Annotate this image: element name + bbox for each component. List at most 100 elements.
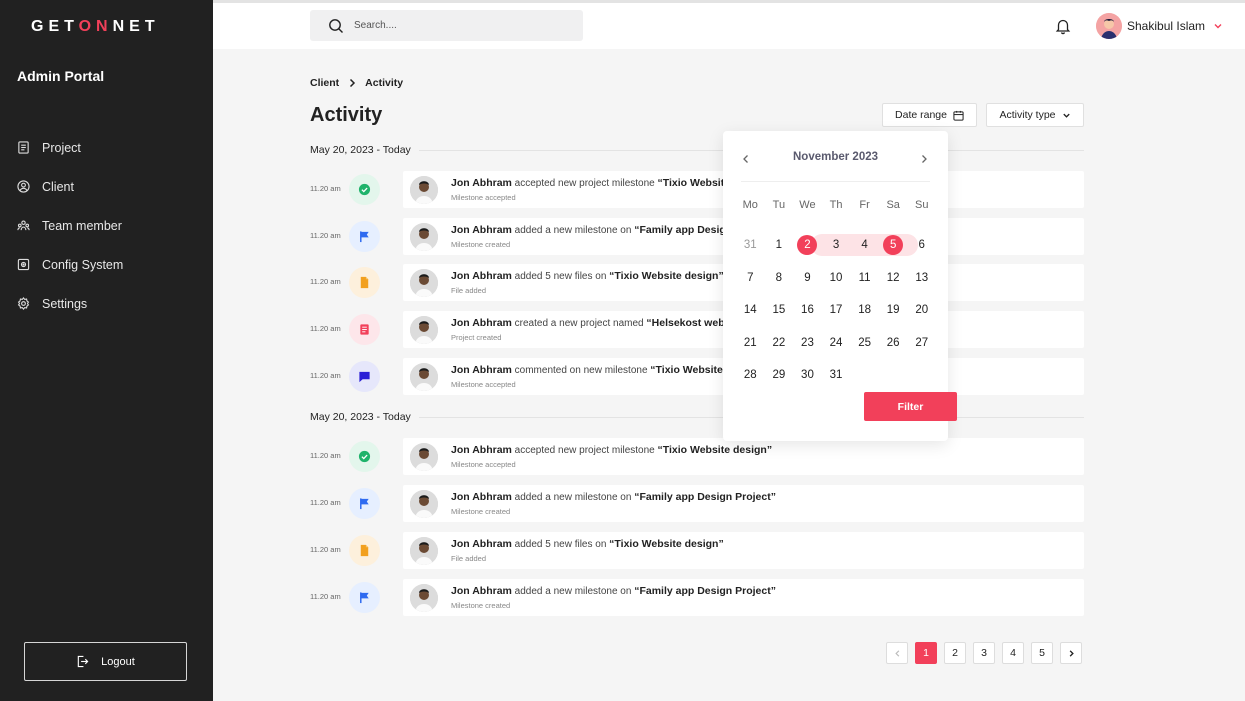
calendar-day[interactable]: 23 <box>793 332 822 354</box>
avatar <box>410 490 438 518</box>
calendar-day[interactable]: 8 <box>765 267 794 289</box>
sidebar-item-config-system[interactable]: Config System <box>0 245 213 284</box>
page-button-1[interactable]: 1 <box>915 642 937 664</box>
calendar-day[interactable]: 7 <box>736 267 765 289</box>
activity-user: Jon Abhram <box>451 538 512 550</box>
sidebar-item-label: Team member <box>42 218 122 233</box>
activity-action: added a new milestone on <box>514 586 632 597</box>
sidebar-item-project[interactable]: Project <box>0 128 213 167</box>
calendar-day[interactable]: 31 <box>822 364 851 386</box>
day-number: 2 <box>797 235 818 256</box>
calendar-day[interactable]: 11 <box>850 267 879 289</box>
logout-label: Logout <box>101 655 135 668</box>
calendar-day[interactable]: 29 <box>765 364 794 386</box>
calendar-day[interactable]: 1 <box>765 234 794 256</box>
calendar-day[interactable]: 12 <box>879 267 908 289</box>
calendar-day[interactable]: 6 <box>907 234 936 256</box>
activity-user: Jon Abhram <box>451 224 512 236</box>
calendar-day[interactable]: 20 <box>907 299 936 321</box>
calendar-day-selected-start[interactable]: 2 <box>793 234 822 256</box>
calendar-day[interactable]: 9 <box>793 267 822 289</box>
page-button-4[interactable]: 4 <box>1002 642 1024 664</box>
activity-row[interactable]: 11.20 am Jon Abhram accepted new project… <box>310 438 1084 475</box>
calendar-day[interactable]: 14 <box>736 299 765 321</box>
prev-page-button[interactable] <box>886 642 908 664</box>
calendar-day[interactable]: 16 <box>793 299 822 321</box>
calendar-day[interactable]: 3 <box>822 234 851 256</box>
page-button-3[interactable]: 3 <box>973 642 995 664</box>
sidebar-item-label: Config System <box>42 257 124 272</box>
calendar-day[interactable]: 26 <box>879 332 908 354</box>
sidebar-item-settings[interactable]: Settings <box>0 284 213 323</box>
document-icon <box>17 141 30 154</box>
calendar-day[interactable]: 28 <box>736 364 765 386</box>
calendar-day[interactable]: 22 <box>765 332 794 354</box>
flag-badge <box>349 488 380 519</box>
activity-user: Jon Abhram <box>451 177 512 189</box>
calendar-day[interactable]: 17 <box>822 299 851 321</box>
bell-icon[interactable] <box>1054 17 1072 35</box>
page-button-2[interactable]: 2 <box>944 642 966 664</box>
sidebar-item-team-member[interactable]: Team member <box>0 206 213 245</box>
page-button-5[interactable]: 5 <box>1031 642 1053 664</box>
brand-logo[interactable]: GETONNET <box>31 18 160 36</box>
calendar-day[interactable]: 18 <box>850 299 879 321</box>
activity-time: 11.20 am <box>310 592 341 601</box>
activity-type-dropdown[interactable]: Activity type <box>986 103 1084 127</box>
activity-row[interactable]: 11.20 am Jon Abhram commented on new mil… <box>310 358 1084 395</box>
date-range-button[interactable]: Date range <box>882 103 977 127</box>
check-icon <box>358 450 371 463</box>
calendar-day-selected-end[interactable]: 5 <box>879 234 908 256</box>
calendar-day[interactable]: 10 <box>822 267 851 289</box>
search-input[interactable] <box>354 20 554 31</box>
activity-row[interactable]: 11.20 am Jon Abhram added 5 new files on… <box>310 264 1084 301</box>
file-icon <box>360 544 369 557</box>
chevron-right-icon[interactable] <box>918 153 930 165</box>
chevron-right-icon <box>350 78 356 88</box>
weekday-label: Su <box>915 199 929 211</box>
user-menu[interactable]: Shakibul Islam <box>1096 13 1223 39</box>
logout-button[interactable]: Logout <box>24 642 187 681</box>
breadcrumb-client[interactable]: Client <box>310 77 339 89</box>
filter-button[interactable]: Filter <box>864 392 957 421</box>
weekday-label: Th <box>829 199 843 211</box>
calendar-day[interactable]: 19 <box>879 299 908 321</box>
weekday-label: Sa <box>886 199 900 211</box>
activity-row[interactable]: 11.20 am Jon Abhram added a new mileston… <box>310 579 1084 616</box>
calendar-day[interactable]: 4 <box>850 234 879 256</box>
calendar-day[interactable]: 27 <box>907 332 936 354</box>
search-icon <box>329 18 343 33</box>
config-icon <box>17 258 30 271</box>
calendar-week: 21 22 23 24 25 26 27 <box>736 327 936 360</box>
activity-object: “Tixio Website design” <box>609 270 724 282</box>
flag-badge <box>349 582 380 613</box>
breadcrumb-activity: Activity <box>365 77 404 89</box>
comment-badge <box>349 361 380 392</box>
activity-row[interactable]: 11.20 am Jon Abhram added a new mileston… <box>310 485 1084 522</box>
activity-subtext: Milestone created <box>451 240 511 249</box>
calendar-day[interactable]: 31 <box>736 234 765 256</box>
calendar-day[interactable]: 30 <box>793 364 822 386</box>
next-page-button[interactable] <box>1060 642 1082 664</box>
doc-icon <box>360 324 369 335</box>
activity-subtext: Milestone accepted <box>451 193 516 202</box>
activity-row[interactable]: 11.20 am Jon Abhram added 5 new files on… <box>310 532 1084 569</box>
calendar-day[interactable]: 13 <box>907 267 936 289</box>
calendar-day[interactable]: 21 <box>736 332 765 354</box>
sidebar-item-client[interactable]: Client <box>0 167 213 206</box>
calendar-day-empty <box>879 364 908 386</box>
sidebar-item-label: Project <box>42 140 81 155</box>
breadcrumb: Client Activity <box>310 77 403 89</box>
activity-time: 11.20 am <box>310 371 341 380</box>
calendar-day[interactable]: 24 <box>822 332 851 354</box>
check-badge <box>349 174 380 205</box>
activity-text: Jon Abhram added a new milestone on “Fam… <box>451 585 776 597</box>
calendar-day[interactable]: 15 <box>765 299 794 321</box>
activity-text: Jon Abhram added 5 new files on “Tixio W… <box>451 270 724 282</box>
activity-row[interactable]: 11.20 am Jon Abhram created a new projec… <box>310 311 1084 348</box>
search-bar[interactable] <box>310 10 583 41</box>
activity-row[interactable]: 11.20 am Jon Abhram added a new mileston… <box>310 218 1084 255</box>
activity-row[interactable]: 11.20 am Jon Abhram accepted new project… <box>310 171 1084 208</box>
activity-time: 11.20 am <box>310 498 341 507</box>
calendar-day[interactable]: 25 <box>850 332 879 354</box>
